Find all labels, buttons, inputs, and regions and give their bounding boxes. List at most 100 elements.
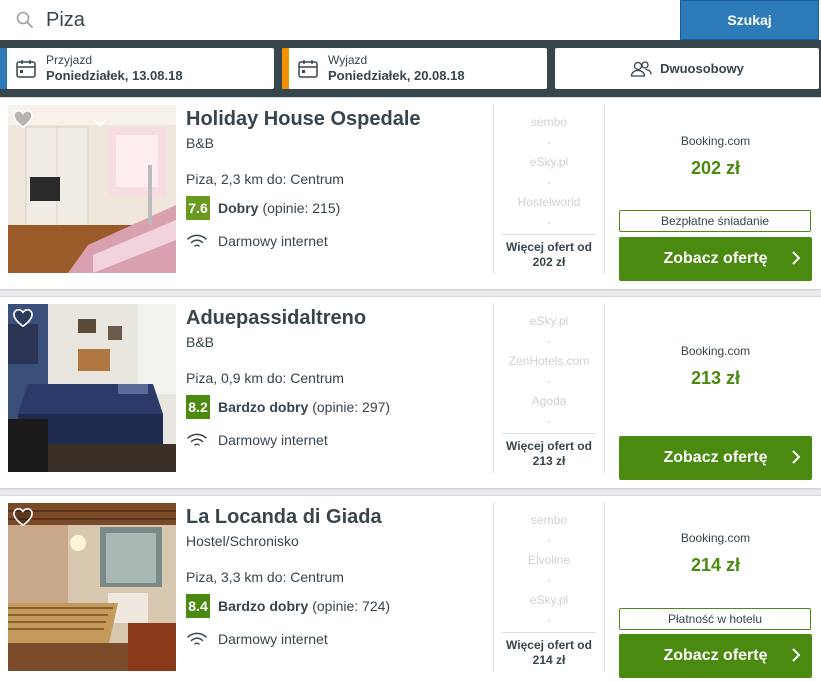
rating-score: 7.6 (186, 196, 210, 220)
calendar-icon (16, 60, 36, 78)
amenity: Darmowy internet (186, 629, 328, 649)
checkin-field[interactable]: Przyjazd Poniedziałek, 13.08.18 (0, 48, 274, 89)
rating: 8.4 Bardzo dobry (opinie: 724) (186, 594, 390, 618)
more-offers-label: Więcej ofert od (506, 439, 592, 453)
view-offer-label: Zobacz ofertę (663, 449, 768, 466)
hotel-type: B&B (186, 135, 215, 151)
hotel-photo[interactable] (8, 105, 176, 273)
review-count: (opinie: 724) (312, 598, 391, 614)
amenity: Darmowy internet (186, 231, 328, 251)
review-count: (opinie: 297) (312, 399, 391, 415)
search-icon (16, 11, 33, 28)
hotel-photo[interactable] (8, 503, 176, 671)
heart-icon[interactable] (12, 308, 34, 328)
amenity: Darmowy internet (186, 430, 328, 450)
other-site[interactable]: eSky.pl (494, 590, 604, 610)
other-site[interactable]: eSky.pl (494, 311, 604, 331)
hotel-location: Piza, 0,9 km do: Centrum (186, 370, 344, 386)
search-bar: Szukaj (0, 0, 821, 40)
checkout-field[interactable]: Wyjazd Poniedziałek, 20.08.18 (282, 48, 547, 89)
chevron-right-icon (792, 648, 800, 662)
heart-icon[interactable] (12, 109, 34, 129)
more-offers-link[interactable]: Więcej ofert od 214 zł (502, 632, 596, 672)
checkin-accent (0, 48, 7, 89)
hotel-card: Holiday House Ospedale B&B Piza, 2,3 km … (0, 97, 821, 289)
other-offers: eSky.pl - ZenHotels.com - Agoda - Więcej… (493, 303, 605, 473)
rating-word: Bardzo dobry (218, 598, 309, 614)
more-offers-price: 202 zł (532, 255, 566, 269)
hotel-location: Piza, 3,3 km do: Centrum (186, 569, 344, 585)
review-count: (opinie: 215) (262, 200, 341, 216)
rating-score: 8.4 (186, 594, 210, 618)
view-offer-label: Zobacz ofertę (663, 250, 768, 267)
hotel-name[interactable]: La Locanda di Giada (186, 506, 382, 529)
separator: - (547, 533, 551, 547)
rating: 8.2 Bardzo dobry (opinie: 297) (186, 395, 390, 419)
provider-name: Booking.com (680, 344, 751, 358)
checkout-accent (282, 48, 289, 89)
other-sites-list: sembo - eSky.pl - Hostelworld - (494, 112, 604, 232)
provider-name: Booking.com (680, 531, 751, 545)
guests-icon (630, 60, 652, 77)
heart-icon[interactable] (12, 507, 34, 527)
offer-price: 213 zł (690, 368, 741, 388)
checkin-label: Przyjazd (46, 53, 93, 67)
chevron-right-icon (792, 251, 800, 265)
wifi-icon (187, 234, 207, 247)
separator: - (547, 613, 551, 627)
offer-perk-badge: Płatność w hotelu (619, 608, 811, 630)
guests-selector[interactable]: Dwuosobowy (555, 48, 819, 89)
other-site[interactable]: sembo (494, 112, 604, 132)
checkout-label: Wyjazd (328, 53, 368, 67)
hotel-name[interactable]: Aduepassidaltreno (186, 307, 366, 330)
hotel-name[interactable]: Holiday House Ospedale (186, 108, 421, 131)
view-offer-button[interactable]: Zobacz ofertę (619, 634, 812, 678)
hotel-card: Aduepassidaltreno B&B Piza, 0,9 km do: C… (0, 296, 821, 488)
other-offers: sembo - eSky.pl - Hostelworld - Więcej o… (493, 104, 605, 274)
other-site[interactable]: Hostelworld (494, 192, 604, 212)
hotel-location: Piza, 2,3 km do: Centrum (186, 171, 344, 187)
separator: - (547, 135, 551, 149)
wifi-icon (187, 632, 207, 645)
rating-word: Dobry (218, 200, 259, 216)
other-site[interactable]: ZenHotels.com (494, 351, 604, 371)
hotel-card: La Locanda di Giada Hostel/Schronisko Pi… (0, 495, 821, 681)
more-offers-link[interactable]: Więcej ofert od 202 zł (502, 234, 596, 274)
hotel-type: Hostel/Schronisko (186, 533, 299, 549)
guests-label: Dwuosobowy (660, 61, 744, 76)
separator: - (547, 334, 551, 348)
separator: - (547, 374, 551, 388)
search-input[interactable] (46, 6, 666, 34)
amenity-label: Darmowy internet (218, 233, 328, 249)
other-site[interactable]: Agoda (494, 391, 604, 411)
other-site[interactable]: eSky.pl (494, 152, 604, 172)
best-offer: Booking.com 213 zł Zobacz ofertę (610, 297, 821, 480)
hotel-type: B&B (186, 334, 215, 350)
view-offer-label: Zobacz ofertę (663, 647, 768, 664)
more-offers-link[interactable]: Więcej ofert od 213 zł (502, 433, 596, 473)
other-sites-list: sembo - Elvoline - eSky.pl - (494, 510, 604, 630)
more-offers-price: 213 zł (532, 454, 566, 468)
search-button[interactable]: Szukaj (680, 0, 819, 40)
other-site[interactable]: Elvoline (494, 550, 604, 570)
hotel-photo[interactable] (8, 304, 176, 472)
chevron-right-icon (792, 450, 800, 464)
offer-perk-badge: Bezpłatne śniadanie (619, 210, 811, 232)
separator: - (547, 414, 551, 428)
separator: - (547, 175, 551, 189)
checkout-value: Poniedziałek, 20.08.18 (328, 68, 465, 83)
other-sites-list: eSky.pl - ZenHotels.com - Agoda - (494, 311, 604, 431)
view-offer-button[interactable]: Zobacz ofertę (619, 237, 812, 281)
rating: 7.6 Dobry (opinie: 215) (186, 196, 340, 220)
offer-price: 202 zł (690, 158, 741, 178)
best-offer: Booking.com 214 zł Płatność w hotelu Zob… (610, 496, 821, 678)
other-site[interactable]: sembo (494, 510, 604, 530)
provider-name: Booking.com (680, 134, 751, 148)
offer-price: 214 zł (690, 555, 741, 575)
checkin-value: Poniedziałek, 13.08.18 (46, 68, 183, 83)
more-offers-label: Więcej ofert od (506, 240, 592, 254)
date-filter-bar: Przyjazd Poniedziałek, 13.08.18 Wyjazd P… (0, 40, 821, 97)
calendar-icon (298, 60, 318, 78)
view-offer-button[interactable]: Zobacz ofertę (619, 436, 812, 480)
more-offers-label: Więcej ofert od (506, 638, 592, 652)
